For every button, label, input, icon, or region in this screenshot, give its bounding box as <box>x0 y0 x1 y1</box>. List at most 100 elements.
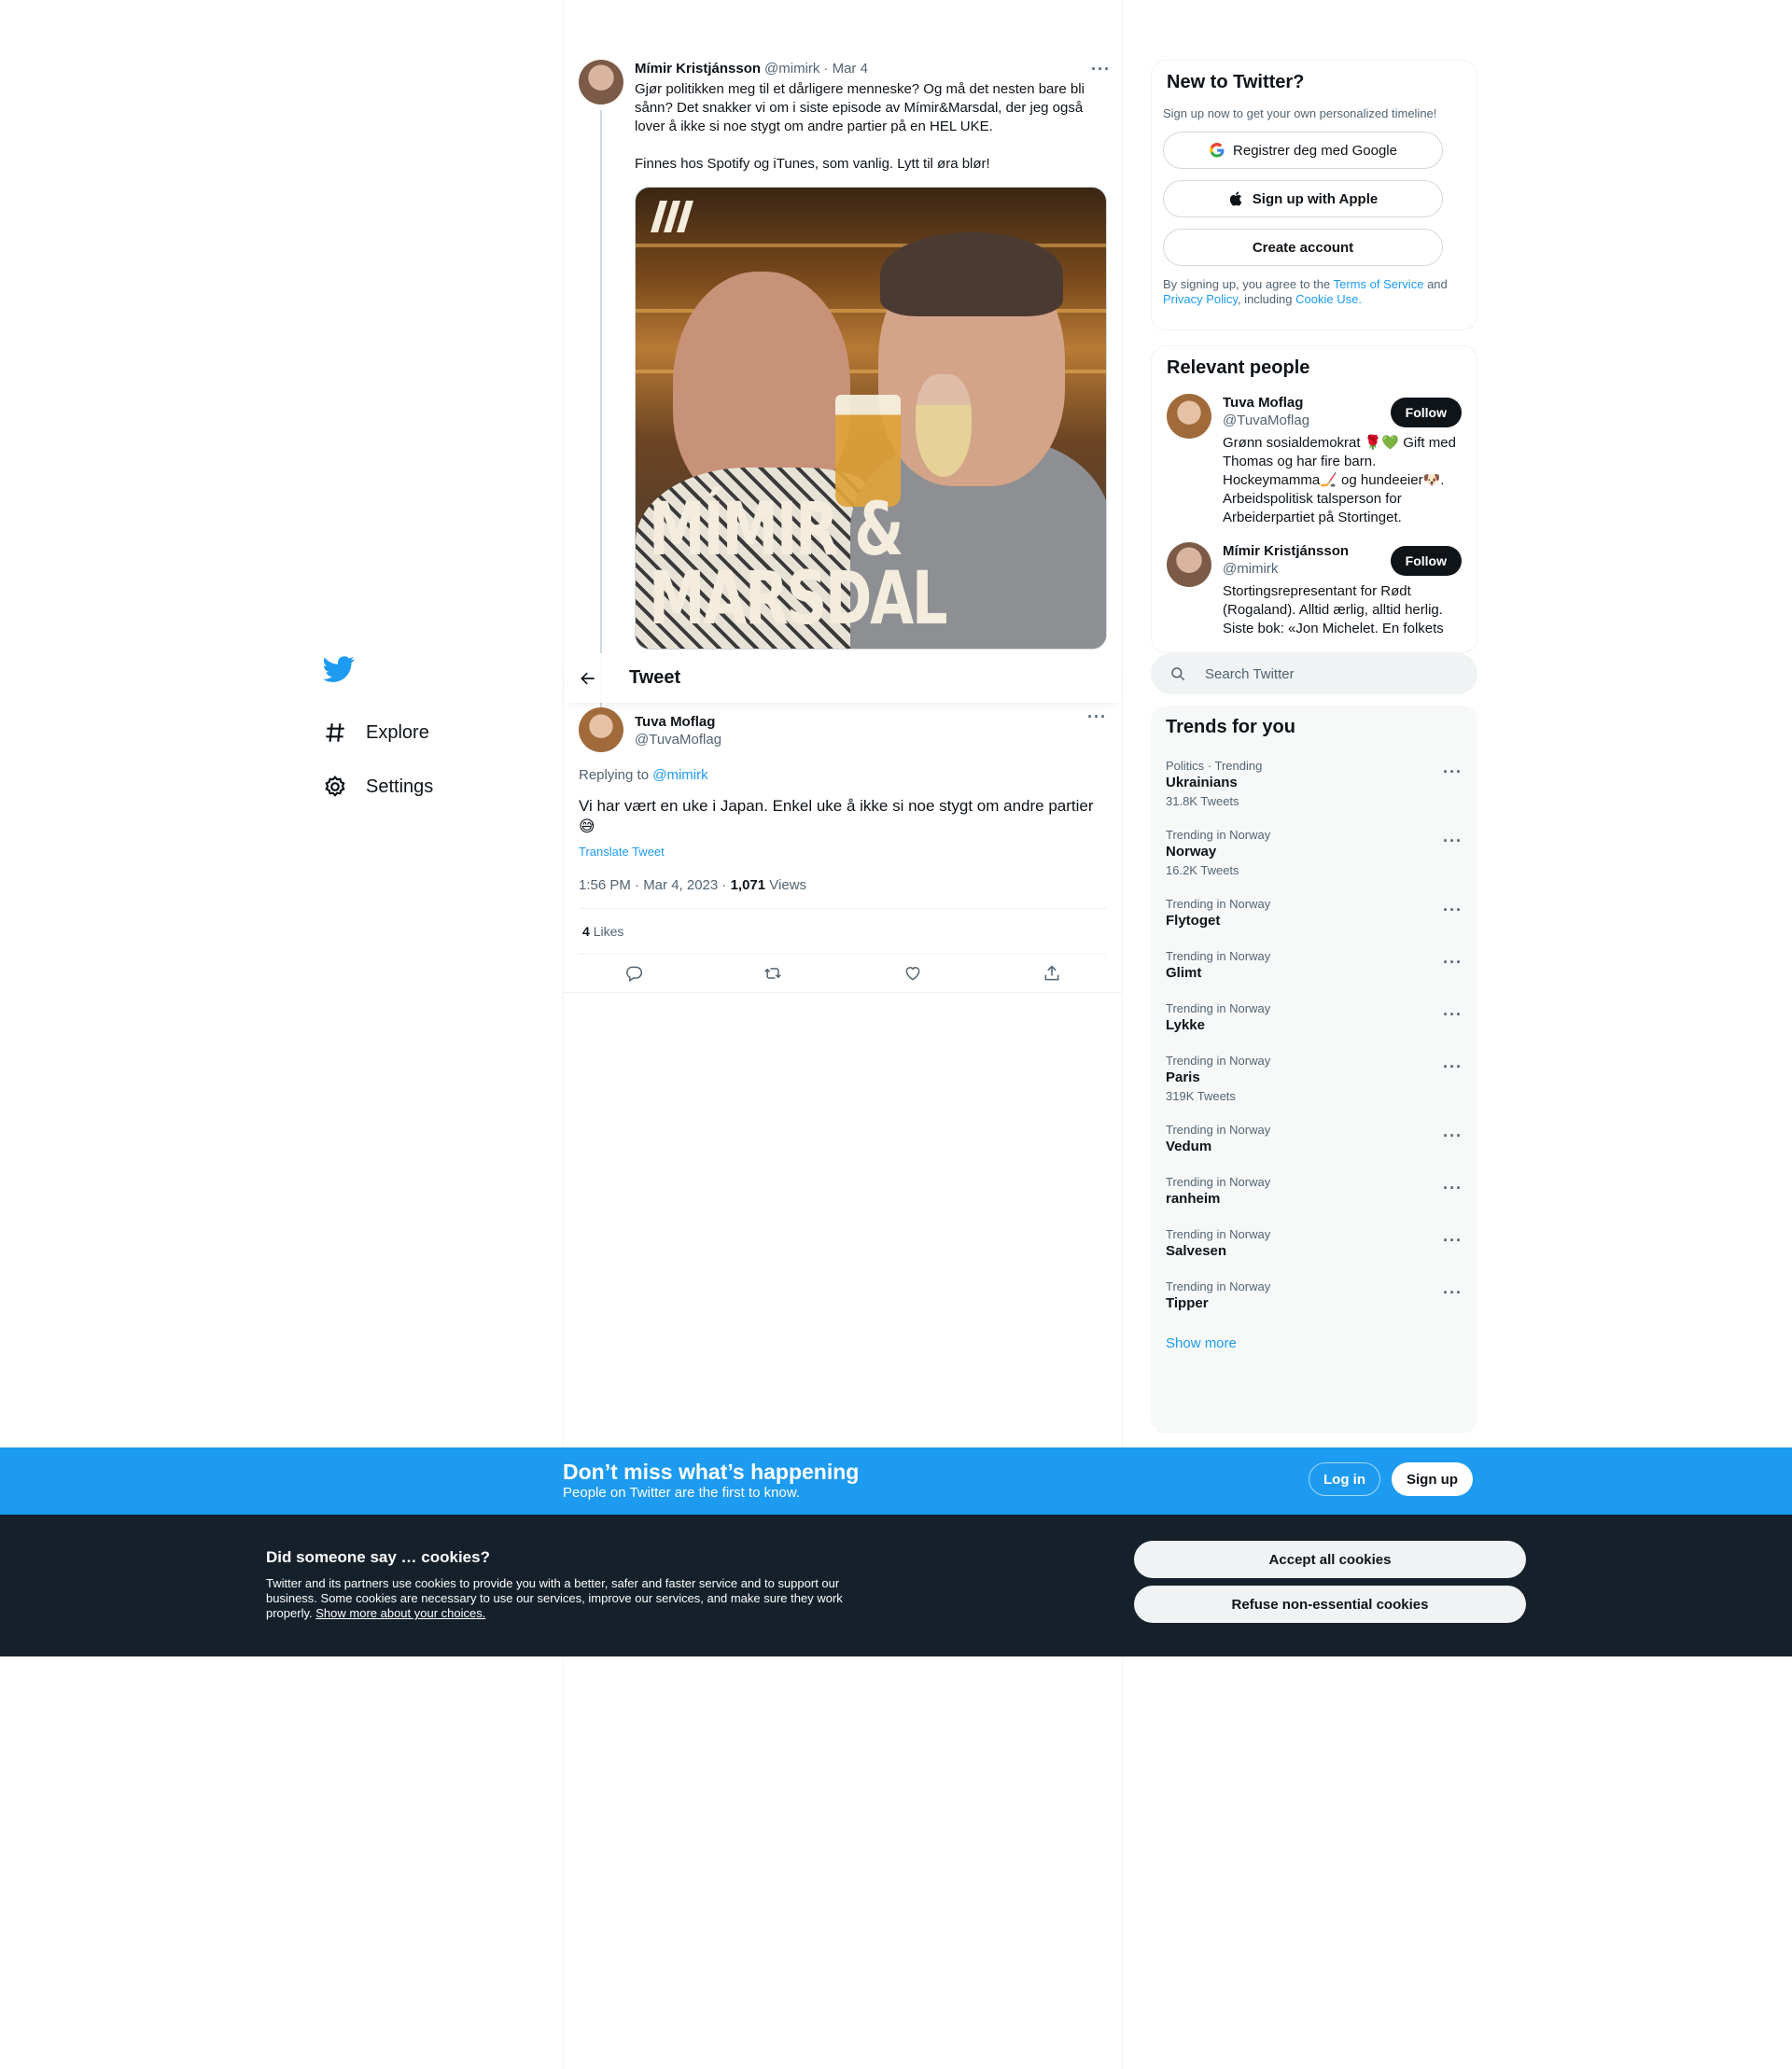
more-options-icon[interactable]: ··· <box>1443 1126 1463 1146</box>
trend-item[interactable]: Politics · Trending Ukrainians 31.8K Twe… <box>1151 749 1477 818</box>
trend-item[interactable]: Trending in Norway Flytoget ··· <box>1151 888 1477 940</box>
translate-tweet-link[interactable]: Translate Tweet <box>579 845 1107 859</box>
refuse-cookies-button[interactable]: Refuse non-essential cookies <box>1134 1586 1526 1623</box>
trend-item[interactable]: Trending in Norway Tipper ··· <box>1151 1270 1477 1322</box>
replying-to-link[interactable]: @mimirk <box>652 767 707 783</box>
twitter-logo-icon[interactable] <box>323 653 355 685</box>
cookie-use-link[interactable]: Cookie Use. <box>1295 292 1362 306</box>
trend-item[interactable]: Trending in Norway Salvesen ··· <box>1151 1218 1477 1270</box>
trends-card: Trends for you Politics · Trending Ukrai… <box>1151 706 1477 1433</box>
more-options-icon[interactable]: ··· <box>1443 1179 1463 1198</box>
trend-name: Salvesen <box>1166 1243 1227 1259</box>
author-name[interactable]: Tuva Moflag <box>635 713 721 732</box>
tweet-date[interactable]: · Mar 4 <box>823 60 868 78</box>
nav-item-settings[interactable]: Settings <box>323 760 556 814</box>
trend-context: Trending in Norway <box>1166 1227 1271 1241</box>
tweet-paragraph: Finnes hos Spotify og iTunes, som vanlig… <box>635 156 990 172</box>
trend-name: Glimt <box>1166 965 1202 981</box>
trend-item[interactable]: Trending in Norway Lykke ··· <box>1151 992 1477 1044</box>
signup-title: New to Twitter? <box>1167 72 1305 92</box>
banner-subtitle: People on Twitter are the first to know. <box>563 1485 801 1501</box>
trend-context: Trending in Norway <box>1166 828 1271 842</box>
search-input[interactable]: Search Twitter <box>1151 653 1477 694</box>
trend-name: ranheim <box>1166 1191 1221 1207</box>
search-icon <box>1171 667 1185 681</box>
nav-item-label: Settings <box>366 776 434 797</box>
terms-of-service-link[interactable]: Terms of Service <box>1334 277 1424 291</box>
apple-signup-button[interactable]: Sign up with Apple <box>1163 180 1443 217</box>
like-icon[interactable] <box>903 964 922 983</box>
avatar[interactable] <box>1167 394 1211 439</box>
trend-count: 16.2K Tweets <box>1166 863 1239 877</box>
more-options-icon[interactable]: ··· <box>1443 832 1463 851</box>
trend-item[interactable]: Trending in Norway Glimt ··· <box>1151 940 1477 992</box>
page-title: Tweet <box>629 667 681 688</box>
signup-legal-text: By signing up, you agree to the Terms of… <box>1163 277 1465 307</box>
timestamp-text[interactable]: 1:56 PM · Mar 4, 2023 · <box>579 877 726 893</box>
person-bio: Grønn sosialdemokrat 🌹💚 Gift med Thomas … <box>1223 435 1456 525</box>
more-options-icon[interactable]: ··· <box>1443 762 1463 782</box>
legal-text: and <box>1427 277 1448 291</box>
person-item[interactable]: Mímir Kristjánsson @mimirk Stortingsrepr… <box>1167 542 1462 638</box>
person-right-hair <box>880 232 1063 316</box>
signup-card: New to Twitter? Sign up now to get your … <box>1151 60 1477 330</box>
google-signup-label: Registrer deg med Google <box>1233 142 1397 159</box>
signup-button[interactable]: Sign up <box>1392 1462 1473 1496</box>
back-arrow-icon[interactable] <box>579 669 597 688</box>
tweet-media-image[interactable]: MÍMIR & MARSDAL <box>635 187 1107 650</box>
trend-item[interactable]: Trending in Norway Norway 16.2K Tweets ·… <box>1151 818 1477 888</box>
trend-count: 319K Tweets <box>1166 1089 1236 1103</box>
trend-context: Trending in Norway <box>1166 1175 1271 1189</box>
more-options-icon[interactable]: ··· <box>1443 1283 1463 1303</box>
trend-context: Trending in Norway <box>1166 897 1271 911</box>
left-navigation: Explore Settings <box>323 653 556 814</box>
privacy-policy-link[interactable]: Privacy Policy <box>1163 292 1238 306</box>
thread-connector <box>600 110 602 707</box>
trend-item[interactable]: Trending in Norway Paris 319K Tweets ··· <box>1151 1044 1477 1113</box>
author-handle[interactable]: @TuvaMoflag <box>635 732 721 748</box>
trend-context: Trending in Norway <box>1166 1054 1271 1068</box>
show-more-link[interactable]: Show more <box>1151 1322 1477 1364</box>
likes-label: Likes <box>593 924 624 939</box>
wine-glass <box>916 374 972 477</box>
create-account-button[interactable]: Create account <box>1163 229 1443 266</box>
share-icon[interactable] <box>1043 964 1061 983</box>
trend-item[interactable]: Trending in Norway ranheim ··· <box>1151 1166 1477 1218</box>
person-bio: Stortingsrepresentant for Rødt (Rogaland… <box>1223 583 1444 636</box>
more-options-icon[interactable]: ··· <box>1443 953 1463 972</box>
follow-button[interactable]: Follow <box>1390 398 1462 427</box>
likes-summary[interactable]: 4 Likes <box>579 909 1107 955</box>
reply-icon[interactable] <box>624 964 643 983</box>
cookie-consent-bar: Did someone say … cookies? Twitter and i… <box>0 1515 1792 1657</box>
google-signup-button[interactable]: Registrer deg med Google <box>1163 132 1443 169</box>
more-options-icon[interactable]: ··· <box>1087 707 1107 727</box>
media-title: MÍMIR & MARSDAL <box>649 488 948 636</box>
author-handle[interactable]: @mimirk <box>764 60 819 78</box>
apple-signup-label: Sign up with Apple <box>1252 190 1379 207</box>
more-options-icon[interactable]: ··· <box>1091 60 1111 79</box>
person-item[interactable]: Tuva Moflag @TuvaMoflag Grønn sosialdemo… <box>1167 394 1462 527</box>
more-options-icon[interactable]: ··· <box>1443 1231 1463 1251</box>
login-button[interactable]: Log in <box>1309 1462 1380 1496</box>
cookie-body: Twitter and its partners use cookies to … <box>266 1576 863 1621</box>
avatar[interactable] <box>579 60 623 105</box>
more-options-icon[interactable]: ··· <box>1443 901 1463 920</box>
tweet-header: Tweet <box>564 653 1122 703</box>
avatar[interactable] <box>579 707 623 752</box>
avatar[interactable] <box>1167 542 1211 587</box>
nav-item-explore[interactable]: Explore <box>323 706 556 760</box>
accept-cookies-button[interactable]: Accept all cookies <box>1134 1541 1526 1578</box>
relevant-people-card: Relevant people Tuva Moflag @TuvaMoflag … <box>1151 345 1477 653</box>
cookie-choices-link[interactable]: Show more about your choices. <box>315 1606 485 1620</box>
trend-item[interactable]: Trending in Norway Vedum ··· <box>1151 1113 1477 1166</box>
media-title-line: MÍMIR & <box>649 488 903 572</box>
more-options-icon[interactable]: ··· <box>1443 1005 1463 1025</box>
relevant-people-title: Relevant people <box>1167 357 1310 378</box>
more-options-icon[interactable]: ··· <box>1443 1057 1463 1077</box>
retweet-icon[interactable] <box>763 964 782 983</box>
follow-button[interactable]: Follow <box>1390 546 1462 576</box>
apple-icon <box>1229 191 1242 206</box>
tweet-actions <box>564 955 1122 993</box>
author-name[interactable]: Mímir Kristjánsson <box>635 60 761 78</box>
google-icon <box>1210 143 1225 158</box>
